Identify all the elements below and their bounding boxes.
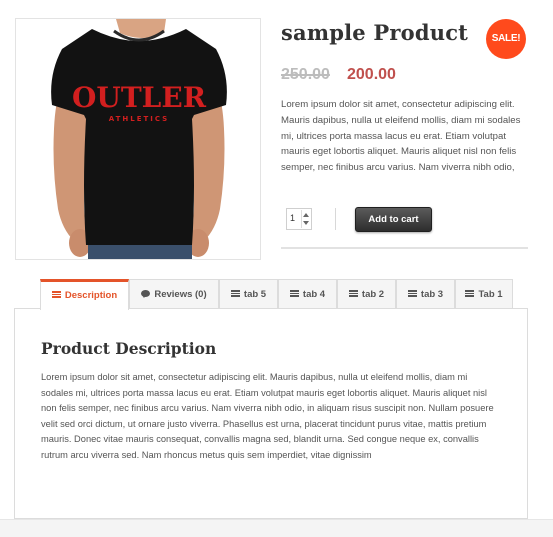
sale-price: 200.00 <box>347 66 396 83</box>
tshirt-model-image: OUTLER ATHLETICS <box>16 19 260 259</box>
lines-icon <box>289 289 299 297</box>
product-short-description: Lorem ipsum dolor sit amet, consectetur … <box>281 99 521 174</box>
quantity-stepper[interactable]: 1 <box>286 208 312 230</box>
product-image[interactable]: OUTLER ATHLETICS <box>15 18 261 260</box>
decrement-arrow-icon[interactable] <box>303 221 309 225</box>
product-page: OUTLER ATHLETICS sample Product SALE! 25… <box>0 0 553 537</box>
product-title: sample Product <box>281 20 469 45</box>
shirt-print-subtext: ATHLETICS <box>109 115 169 123</box>
tab-tab-1[interactable]: Tab 1 <box>455 279 513 309</box>
tab-label: Description <box>64 290 118 301</box>
tab-description[interactable]: Description <box>40 279 129 310</box>
tab-tab-2[interactable]: tab 2 <box>337 279 396 309</box>
regular-price: 250.00 <box>281 66 330 83</box>
lines-icon <box>465 289 475 297</box>
panel-body-text: Lorem ipsum dolor sit amet, consectetur … <box>41 372 494 460</box>
tab-label: Tab 1 <box>478 289 503 300</box>
tab-label: tab 4 <box>302 289 326 300</box>
lines-icon <box>348 289 358 297</box>
increment-arrow-icon[interactable] <box>303 213 309 217</box>
shirt-print-text: OUTLER <box>72 81 207 114</box>
lines-icon <box>407 289 417 297</box>
tab-label: Reviews (0) <box>154 289 207 300</box>
tab-label: tab 2 <box>361 289 385 300</box>
summary-divider <box>281 247 528 249</box>
tab-tab-3[interactable]: tab 3 <box>396 279 455 309</box>
add-to-cart-button[interactable]: Add to cart <box>355 207 432 232</box>
vertical-divider <box>335 208 336 230</box>
lines-icon <box>230 289 240 297</box>
quantity-spin-buttons[interactable] <box>301 210 310 228</box>
tab-label: tab 3 <box>420 289 444 300</box>
tab-tab-4[interactable]: tab 4 <box>278 279 337 309</box>
chat-bubble-icon <box>141 289 151 298</box>
sale-badge: SALE! <box>486 19 526 59</box>
lines-icon <box>51 290 61 298</box>
tab-label: tab 5 <box>243 289 267 300</box>
tab-reviews[interactable]: Reviews (0) <box>129 279 219 309</box>
page-footer-strip <box>0 519 553 537</box>
panel-title: Product Description <box>41 339 217 358</box>
quantity-value[interactable]: 1 <box>290 213 295 223</box>
description-panel: Product Description Lorem ipsum dolor si… <box>14 308 528 519</box>
tab-tab-5[interactable]: tab 5 <box>219 279 278 309</box>
